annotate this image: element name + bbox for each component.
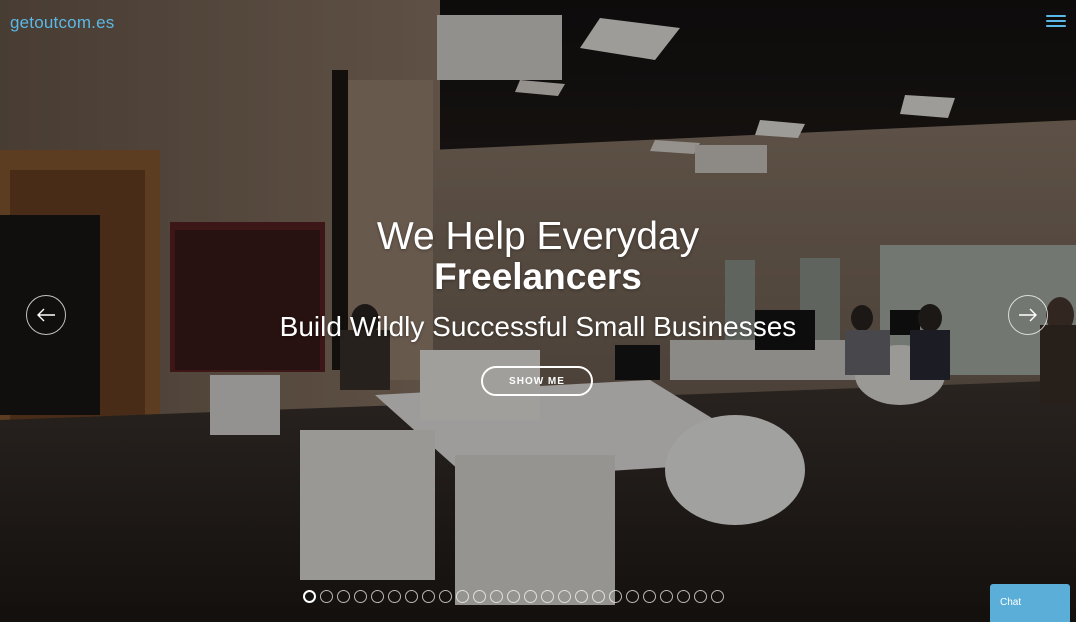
hero-heading-line2: Freelancers: [434, 256, 642, 297]
carousel-dot[interactable]: [711, 590, 724, 603]
carousel-dot[interactable]: [388, 590, 401, 603]
carousel-dot[interactable]: [490, 590, 503, 603]
hero-section: getoutcom.es We Help Everyday Freelancer…: [0, 0, 1076, 622]
carousel-dot[interactable]: [558, 590, 571, 603]
carousel-pagination: [303, 590, 724, 603]
carousel-dot[interactable]: [677, 590, 690, 603]
arrow-left-icon: [37, 308, 55, 322]
carousel-dot[interactable]: [320, 590, 333, 603]
carousel-dot[interactable]: [660, 590, 673, 603]
carousel-prev-button[interactable]: [26, 295, 66, 335]
chat-label: Chat: [1000, 597, 1022, 608]
carousel-dot[interactable]: [592, 590, 605, 603]
carousel-dot[interactable]: [439, 590, 452, 603]
hamburger-line: [1046, 15, 1066, 17]
hero-subheading: Build Wildly Successful Small Businesses: [279, 311, 797, 342]
hamburger-icon[interactable]: [1046, 13, 1066, 29]
carousel-dot[interactable]: [524, 590, 537, 603]
carousel-dot[interactable]: [694, 590, 707, 603]
carousel-dot[interactable]: [626, 590, 639, 603]
carousel-dot[interactable]: [354, 590, 367, 603]
carousel-dot[interactable]: [456, 590, 469, 603]
hamburger-line: [1046, 25, 1066, 27]
brand-logo-link[interactable]: getoutcom.es: [10, 13, 114, 33]
carousel-dot[interactable]: [422, 590, 435, 603]
carousel-dot[interactable]: [643, 590, 656, 603]
carousel-dot[interactable]: [337, 590, 350, 603]
carousel-dot[interactable]: [609, 590, 622, 603]
carousel-dot[interactable]: [575, 590, 588, 603]
show-me-button[interactable]: SHOW ME: [481, 366, 593, 396]
carousel-dot[interactable]: [303, 590, 316, 603]
chat-widget-button[interactable]: Chat: [990, 584, 1070, 622]
carousel-dot[interactable]: [473, 590, 486, 603]
hero-heading-line1: We Help Everyday: [376, 215, 700, 258]
carousel-dot[interactable]: [371, 590, 384, 603]
hamburger-line: [1046, 20, 1066, 22]
carousel-dot[interactable]: [541, 590, 554, 603]
carousel-dot[interactable]: [507, 590, 520, 603]
carousel-next-button[interactable]: [1008, 295, 1048, 335]
arrow-right-icon: [1019, 308, 1037, 322]
carousel-dot[interactable]: [405, 590, 418, 603]
